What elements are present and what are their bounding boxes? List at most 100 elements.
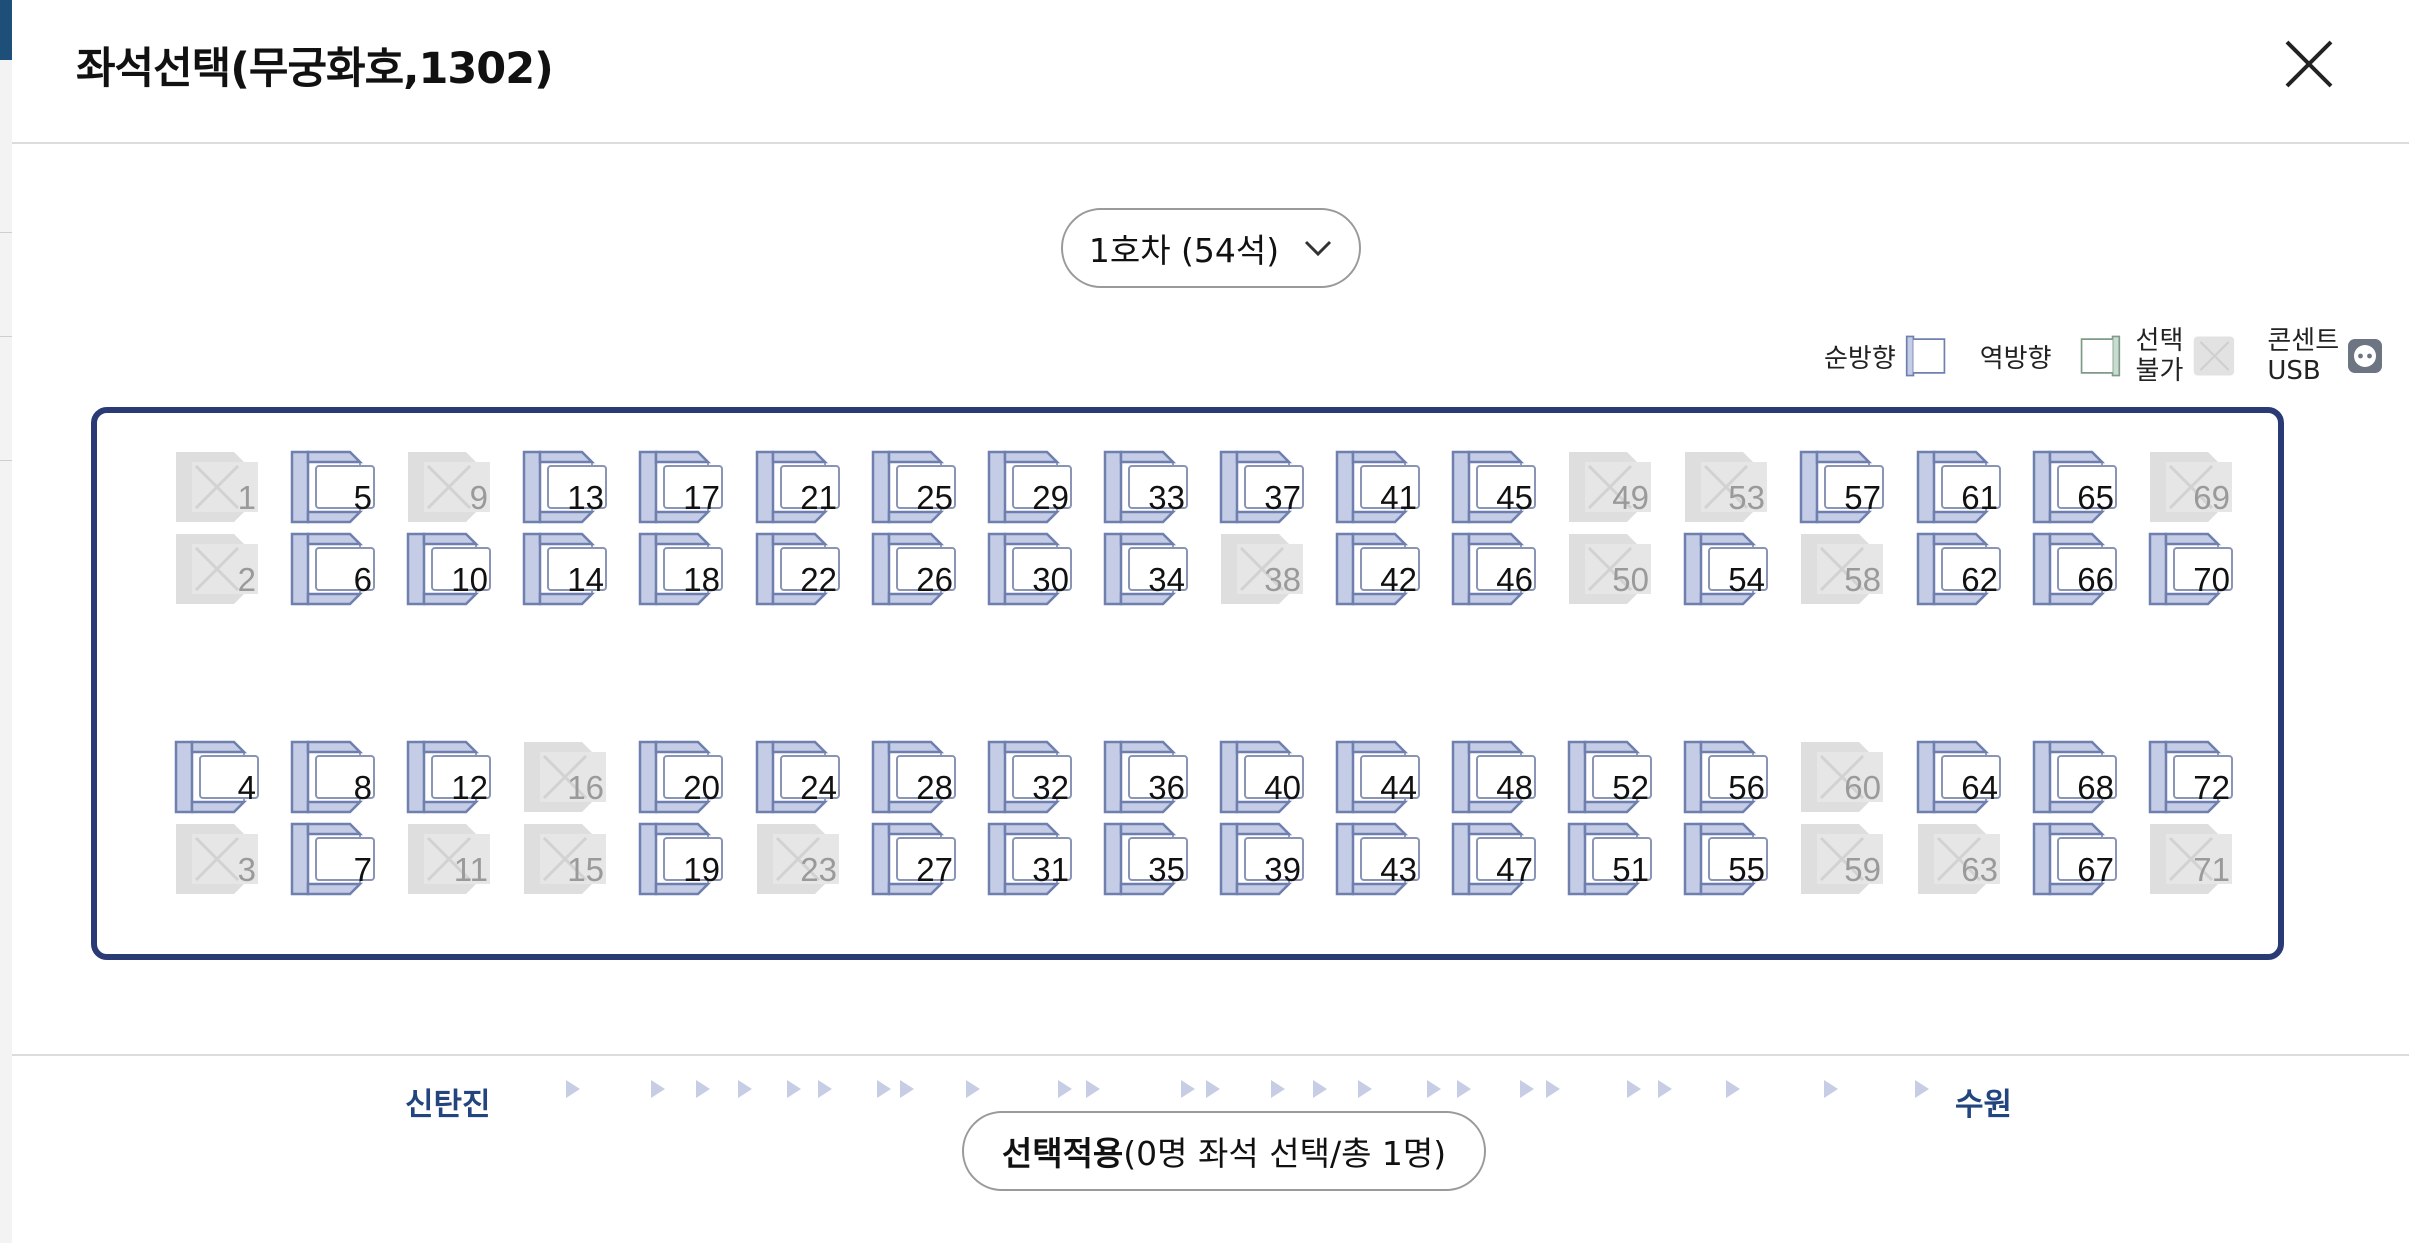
seat-32[interactable]: 32 [985,738,1077,816]
seat-55[interactable]: 55 [1681,820,1773,898]
seat-34[interactable]: 34 [1101,530,1193,608]
seat-39[interactable]: 39 [1217,820,1309,898]
seat-26[interactable]: 26 [869,530,961,608]
seat-33[interactable]: 33 [1101,448,1193,526]
seat-number: 72 [2193,769,2230,806]
car-select-value: 1호차 (54석) [1088,231,1280,270]
direction-arrow-icon [648,1077,668,1101]
seat-65[interactable]: 65 [2030,448,2122,526]
seat-51[interactable]: 51 [1565,820,1657,898]
apply-button-label: 선택적용 [1001,1134,1124,1173]
seat-number: 69 [2193,479,2230,516]
divider [0,460,12,461]
seat-16: 16 [520,738,612,816]
seat-15: 15 [520,820,612,898]
seat-17[interactable]: 17 [636,448,728,526]
seat-54[interactable]: 54 [1681,530,1773,608]
seat-66[interactable]: 66 [2030,530,2122,608]
seat-42[interactable]: 42 [1333,530,1425,608]
chevron-down-icon [1305,240,1332,257]
close-button[interactable] [2279,34,2339,94]
seat-20[interactable]: 20 [636,738,728,816]
seat-14[interactable]: 14 [520,530,612,608]
seat-21[interactable]: 21 [753,448,845,526]
seat-number: 65 [2077,479,2114,516]
seat-number: 23 [800,851,837,888]
seat-number: 39 [1264,851,1301,888]
seat-number: 32 [1032,769,1069,806]
seat-number: 55 [1728,851,1765,888]
seat-number: 37 [1264,479,1301,516]
car-select-dropdown[interactable]: 1호차 (54석) [1061,208,1361,288]
seat-72[interactable]: 72 [2146,738,2238,816]
seat-35[interactable]: 35 [1101,820,1193,898]
seat-number: 12 [451,769,488,806]
seat-number: 67 [2077,851,2114,888]
seat-13[interactable]: 13 [520,448,612,526]
seat-22[interactable]: 22 [753,530,845,608]
seat-10[interactable]: 10 [404,530,496,608]
seat-36[interactable]: 36 [1101,738,1193,816]
seat-67[interactable]: 67 [2030,820,2122,898]
seat-number: 48 [1496,769,1533,806]
seat-number: 53 [1728,479,1765,516]
seat-12[interactable]: 12 [404,738,496,816]
seat-7[interactable]: 7 [288,820,380,898]
divider [0,336,12,337]
seat-63: 63 [1914,820,2006,898]
seat-25[interactable]: 25 [869,448,961,526]
seat-47[interactable]: 47 [1449,820,1541,898]
seat-50: 50 [1565,530,1657,608]
seat-8[interactable]: 8 [288,738,380,816]
direction-arrow-icon [1454,1077,1474,1101]
seat-number: 16 [567,769,604,806]
seat-6[interactable]: 6 [288,530,380,608]
footer-divider [12,1054,2409,1056]
seat-62[interactable]: 62 [1914,530,2006,608]
seat-56[interactable]: 56 [1681,738,1773,816]
seat-52[interactable]: 52 [1565,738,1657,816]
seat-49: 49 [1565,448,1657,526]
seat-number: 38 [1264,561,1301,598]
seat-number: 51 [1612,851,1649,888]
seat-28[interactable]: 28 [869,738,961,816]
seat-68[interactable]: 68 [2030,738,2122,816]
seat-27[interactable]: 27 [869,820,961,898]
seat-40[interactable]: 40 [1217,738,1309,816]
seat-number: 25 [916,479,953,516]
apply-selection-button[interactable]: 선택적용 (0명 좌석 선택/총 1명) [962,1111,1486,1191]
seat-number: 52 [1612,769,1649,806]
seat-29[interactable]: 29 [985,448,1077,526]
seat-5[interactable]: 5 [288,448,380,526]
seat-45[interactable]: 45 [1449,448,1541,526]
seat-61[interactable]: 61 [1914,448,2006,526]
seat-59: 59 [1797,820,1889,898]
direction-arrow-icon [693,1077,713,1101]
seat-number: 68 [2077,769,2114,806]
seat-number: 63 [1961,851,1998,888]
seat-number: 17 [683,479,720,516]
seat-46[interactable]: 46 [1449,530,1541,608]
seat-48[interactable]: 48 [1449,738,1541,816]
seat-number: 9 [469,479,488,516]
seat-64[interactable]: 64 [1914,738,2006,816]
seat-43[interactable]: 43 [1333,820,1425,898]
seat-4[interactable]: 4 [172,738,264,816]
seat-70[interactable]: 70 [2146,530,2238,608]
seat-41[interactable]: 41 [1333,448,1425,526]
seat-58: 58 [1797,530,1889,608]
usb-outlet-icon [2347,338,2383,374]
seat-30[interactable]: 30 [985,530,1077,608]
direction-arrow-icon [1355,1077,1375,1101]
seat-18[interactable]: 18 [636,530,728,608]
seat-31[interactable]: 31 [985,820,1077,898]
seat-19[interactable]: 19 [636,820,728,898]
legend-backward-label: 역방향 [1979,343,2052,374]
seat-number: 20 [683,769,720,806]
background-header [0,0,12,60]
seat-44[interactable]: 44 [1333,738,1425,816]
seat-37[interactable]: 37 [1217,448,1309,526]
seat-24[interactable]: 24 [753,738,845,816]
seat-57[interactable]: 57 [1797,448,1889,526]
direction-arrow-icon [1543,1077,1563,1101]
